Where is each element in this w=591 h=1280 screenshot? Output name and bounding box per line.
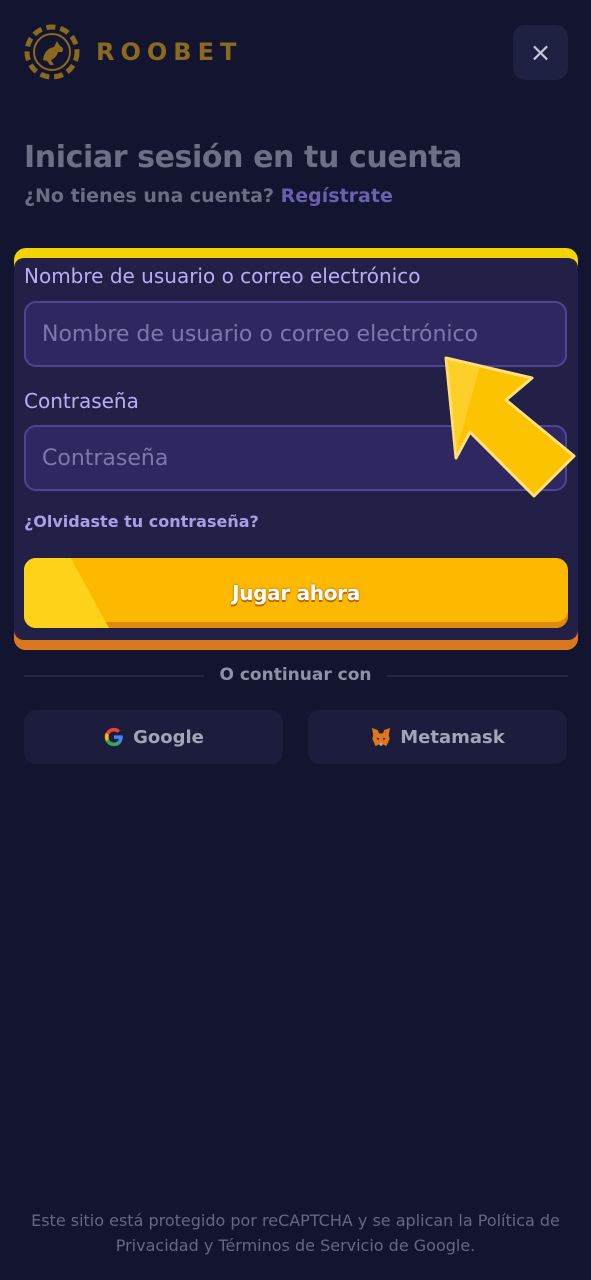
google-icon [104,727,123,747]
brand-logo[interactable]: ROOBET [24,24,242,80]
metamask-login-button[interactable]: Metamask [308,710,567,764]
password-label: Contraseña [24,389,139,413]
forgot-password-link[interactable]: ¿Olvidaste tu contraseña? [24,512,259,531]
google-label: Google [133,726,204,748]
signup-prompt-text: ¿No tienes una cuenta? [24,185,275,207]
metamask-label: Metamask [400,726,505,748]
password-input[interactable] [24,425,567,491]
play-now-label: Jugar ahora [232,581,360,605]
metamask-fox-icon [372,727,391,747]
social-divider-text: O continuar con [219,665,372,685]
google-login-button[interactable]: Google [24,710,283,764]
signup-prompt: ¿No tienes una cuenta? Regístrate [24,185,393,207]
close-button[interactable]: × [513,25,568,80]
close-icon: × [529,37,552,68]
username-input[interactable] [24,301,567,367]
play-now-button[interactable]: Jugar ahora [24,558,568,628]
username-label: Nombre de usuario o correo electrónico [24,264,421,288]
kangaroo-roulette-logo-icon [24,24,80,80]
page-title: Iniciar sesión en tu cuenta [24,140,463,175]
login-page: ROOBET × Iniciar sesión en tu cuenta ¿No… [0,0,591,1280]
button-shine [24,558,109,628]
recaptcha-notice: Este sitio está protegido por reCAPTCHA … [31,1211,560,1255]
register-link[interactable]: Regístrate [281,185,393,207]
brand-name: ROOBET [96,38,243,66]
